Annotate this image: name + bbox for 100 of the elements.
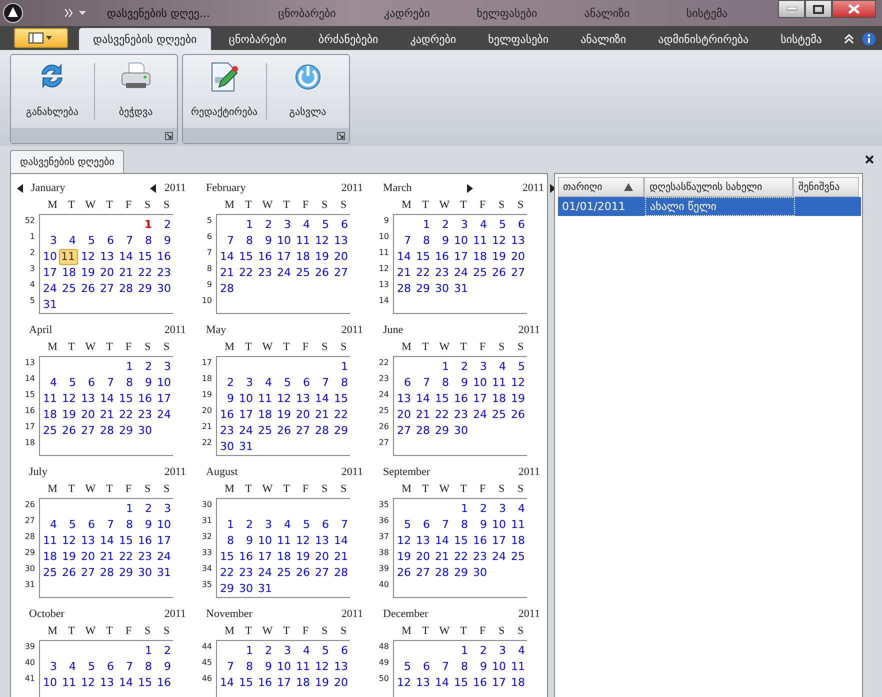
calendar-day[interactable]: 14 [116, 675, 135, 691]
calendar-day[interactable]: 25 [293, 265, 312, 281]
calendar-day[interactable]: 16 [470, 533, 489, 549]
calendar-day[interactable]: 27 [293, 423, 312, 439]
calendar-day[interactable]: 20 [78, 549, 97, 565]
calendar-day[interactable]: 21 [116, 265, 135, 281]
calendar-day[interactable]: 5 [293, 517, 312, 533]
calendar-day[interactable]: 17 [451, 249, 470, 265]
calendar-day[interactable]: 3 [274, 643, 293, 659]
calendar-day[interactable]: 17 [154, 533, 173, 549]
calendar-day[interactable]: 6 [97, 659, 116, 675]
calendar-day[interactable]: 12 [394, 675, 413, 691]
calendar-day[interactable]: 23 [432, 265, 451, 281]
calendar-day[interactable]: 12 [508, 375, 527, 391]
calendar-day[interactable]: 26 [489, 265, 508, 281]
calendar-day[interactable]: 11 [508, 659, 527, 675]
calendar-day[interactable]: 3 [274, 217, 293, 233]
calendar-day[interactable]: 14 [97, 391, 116, 407]
ribbon-tab[interactable]: კადრები [396, 28, 470, 50]
calendar-day[interactable]: 2 [236, 517, 255, 533]
calendar-day[interactable]: 15 [116, 391, 135, 407]
calendar-day[interactable]: 15 [217, 549, 236, 565]
calendar-day[interactable]: 26 [508, 407, 527, 423]
calendar-day[interactable]: 6 [413, 659, 432, 675]
calendar-day[interactable]: 30 [135, 565, 154, 581]
calendar-day[interactable]: 13 [508, 233, 527, 249]
calendar-day[interactable]: 18 [508, 533, 527, 549]
calendar-day[interactable]: 28 [331, 565, 350, 581]
calendar-day[interactable]: 19 [59, 407, 78, 423]
ribbon-tab[interactable]: დასვენების დღეები [79, 28, 211, 50]
calendar-day[interactable]: 2 [255, 643, 274, 659]
calendar-day[interactable]: 23 [135, 549, 154, 565]
calendar-day[interactable]: 5 [489, 217, 508, 233]
calendar-day[interactable]: 30 [217, 439, 236, 455]
print-button[interactable]: ბეჭდვა [94, 55, 177, 128]
calendar-day[interactable]: 29 [135, 281, 154, 297]
calendar-day[interactable]: 7 [217, 233, 236, 249]
calendar-day[interactable]: 27 [508, 265, 527, 281]
calendar-day[interactable]: 8 [217, 533, 236, 549]
calendar-day[interactable]: 29 [432, 423, 451, 439]
calendar-day[interactable]: 1 [451, 501, 470, 517]
calendar-day[interactable]: 18 [59, 265, 78, 281]
calendar-day[interactable]: 21 [413, 407, 432, 423]
calendar-day[interactable]: 14 [312, 391, 331, 407]
calendar-day[interactable]: 22 [451, 549, 470, 565]
calendar-day[interactable]: 9 [217, 391, 236, 407]
calendar-day[interactable]: 31 [451, 281, 470, 297]
dialog-launcher-icon[interactable] [165, 132, 173, 140]
calendar-day[interactable]: 11 [508, 517, 527, 533]
calendar-day[interactable]: 16 [451, 391, 470, 407]
calendar-day[interactable]: 12 [394, 533, 413, 549]
calendar-day[interactable]: 10 [489, 659, 508, 675]
calendar-day[interactable]: 6 [331, 643, 350, 659]
calendar-day[interactable]: 16 [154, 675, 173, 691]
calendar-day[interactable]: 23 [451, 407, 470, 423]
calendar-day[interactable]: 10 [236, 391, 255, 407]
calendar-day[interactable]: 17 [274, 249, 293, 265]
calendar-day[interactable]: 26 [394, 565, 413, 581]
calendar-day[interactable]: 25 [489, 407, 508, 423]
calendar-day[interactable]: 9 [432, 233, 451, 249]
calendar-day[interactable]: 10 [470, 375, 489, 391]
calendar-day[interactable]: 9 [470, 517, 489, 533]
today-day[interactable]: 11 [59, 249, 78, 265]
calendar-day[interactable]: 3 [470, 359, 489, 375]
calendar-day[interactable]: 15 [135, 675, 154, 691]
calendar-day[interactable]: 18 [293, 675, 312, 691]
calendar-day[interactable]: 4 [293, 217, 312, 233]
calendar-day[interactable]: 1 [413, 217, 432, 233]
calendar-day[interactable]: 22 [432, 407, 451, 423]
calendar-day[interactable]: 16 [154, 249, 173, 265]
calendar-day[interactable]: 5 [394, 517, 413, 533]
exit-button[interactable]: გასვლა [266, 55, 349, 128]
ribbon-tab[interactable]: ბრძანებები [304, 28, 392, 50]
calendar-day[interactable]: 24 [154, 407, 173, 423]
calendar-day[interactable]: 15 [451, 675, 470, 691]
calendar-day[interactable]: 26 [59, 565, 78, 581]
calendar-day[interactable]: 15 [236, 249, 255, 265]
calendar-day[interactable]: 24 [40, 281, 59, 297]
calendar-day[interactable]: 4 [508, 643, 527, 659]
calendar-day[interactable]: 3 [451, 217, 470, 233]
calendar-day[interactable]: 14 [217, 249, 236, 265]
calendar-day[interactable]: 25 [508, 549, 527, 565]
calendar-day[interactable]: 17 [489, 675, 508, 691]
calendar-day[interactable]: 3 [489, 643, 508, 659]
calendar-day[interactable]: 19 [293, 549, 312, 565]
calendar-day[interactable]: 25 [470, 265, 489, 281]
calendar-day[interactable]: 26 [274, 423, 293, 439]
calendar-day[interactable]: 27 [97, 281, 116, 297]
minimize-button[interactable] [778, 0, 805, 18]
calendar-day[interactable]: 17 [255, 549, 274, 565]
ribbon-tab[interactable]: ადმინისტრირება [644, 28, 763, 50]
calendar-day[interactable]: 21 [97, 549, 116, 565]
calendar-day[interactable]: 14 [394, 249, 413, 265]
calendar-day[interactable]: 15 [331, 391, 350, 407]
calendar-day[interactable]: 5 [312, 643, 331, 659]
calendar-day[interactable]: 4 [274, 517, 293, 533]
calendar-day[interactable]: 9 [236, 533, 255, 549]
calendar-day[interactable]: 25 [40, 565, 59, 581]
calendar-day[interactable]: 2 [470, 643, 489, 659]
calendar-day[interactable]: 6 [413, 517, 432, 533]
